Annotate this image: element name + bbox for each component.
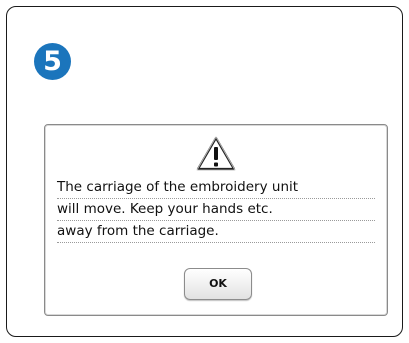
message-line: away from the carriage. [57,221,375,243]
dialog-message: The carriage of the embroidery unit will… [57,177,375,243]
step-number-badge: 5 [34,43,71,80]
message-line: will move. Keep your hands etc. [57,199,375,221]
warning-triangle-icon [196,136,236,171]
message-line: The carriage of the embroidery unit [57,177,375,199]
warning-dialog: The carriage of the embroidery unit will… [44,124,388,316]
ok-button[interactable]: OK [184,268,252,300]
